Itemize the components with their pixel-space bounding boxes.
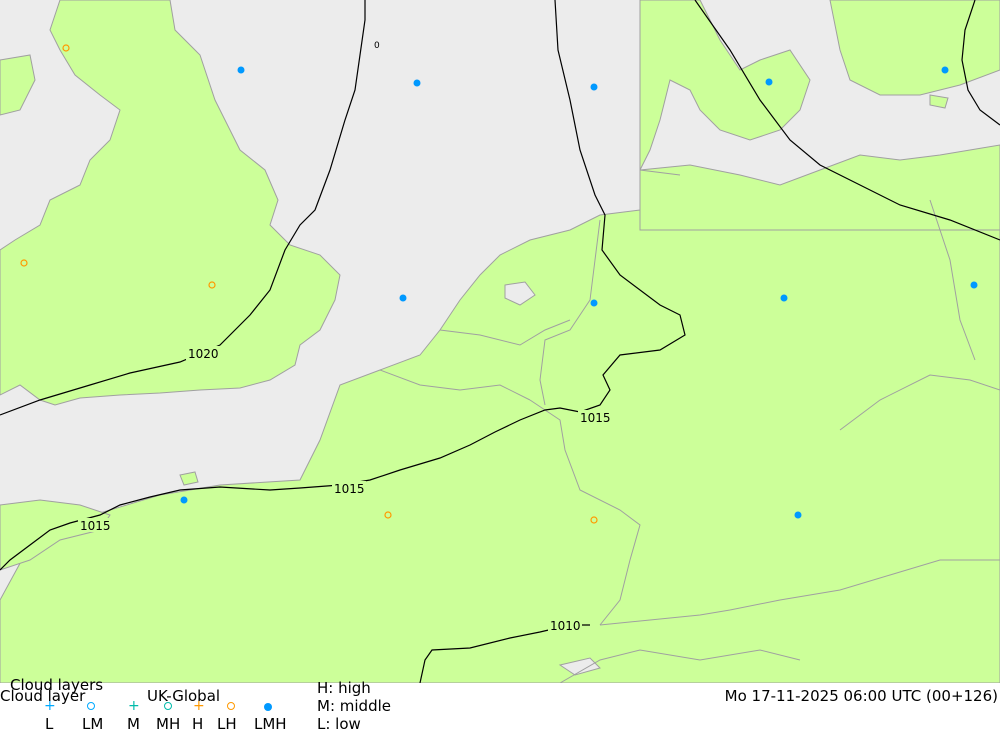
legend-code-mh: MH (156, 715, 181, 733)
legend-bar: Cloud layers Cloud layer UK-Global + + +… (0, 677, 1000, 733)
legend-circle-icon-lh (227, 702, 235, 710)
cloud-marker-lmh (237, 66, 245, 74)
legend-circle-icon-lm (87, 702, 95, 710)
legend-dot-icon-lmh (264, 703, 272, 711)
legend-plus-icon-h: + (193, 698, 205, 714)
cloud-marker-lmh (180, 496, 188, 504)
isobar-label: 1010 (550, 619, 581, 633)
isobar-label: 1015 (580, 411, 611, 425)
legend-key-high: H: high (317, 679, 371, 697)
cloud-marker-lmh (794, 511, 802, 519)
legend-key-middle: M: middle (317, 697, 391, 715)
isobar-label: 1015 (334, 482, 365, 496)
cloud-marker-lmh (970, 281, 978, 289)
legend-code-lh: LH (217, 715, 237, 733)
cloud-marker-lmh (941, 66, 949, 74)
legend-plus-icon-l: + (44, 698, 56, 714)
cloud-marker-lmh (590, 83, 598, 91)
legend-code-lm: LM (82, 715, 104, 733)
cloud-layer-map: 1020 1015 1015 1015 1010 0 (0, 0, 1000, 683)
isobar-label: 1015 (80, 519, 111, 533)
legend-circle-icon-mh (164, 702, 172, 710)
isobar-label: 1020 (188, 347, 219, 361)
legend-title: Cloud layer (0, 687, 86, 705)
legend-code-m: M (127, 715, 140, 733)
isobar-label-small: 0 (374, 41, 380, 51)
cloud-marker-lmh (413, 79, 421, 87)
cloud-marker-lmh (399, 294, 407, 302)
legend-code-lmh: LMH (254, 715, 287, 733)
cloud-marker-lmh (590, 299, 598, 307)
legend-code-l: L (45, 715, 54, 733)
model-name: UK-Global (147, 687, 221, 705)
cloud-marker-lmh (780, 294, 788, 302)
cloud-marker-lmh (765, 78, 773, 86)
legend-code-h: H (192, 715, 204, 733)
forecast-datetime: Mo 17-11-2025 06:00 UTC (00+126) (724, 687, 998, 705)
legend-plus-icon-m: + (128, 698, 140, 714)
legend-key-low: L: low (317, 715, 361, 733)
